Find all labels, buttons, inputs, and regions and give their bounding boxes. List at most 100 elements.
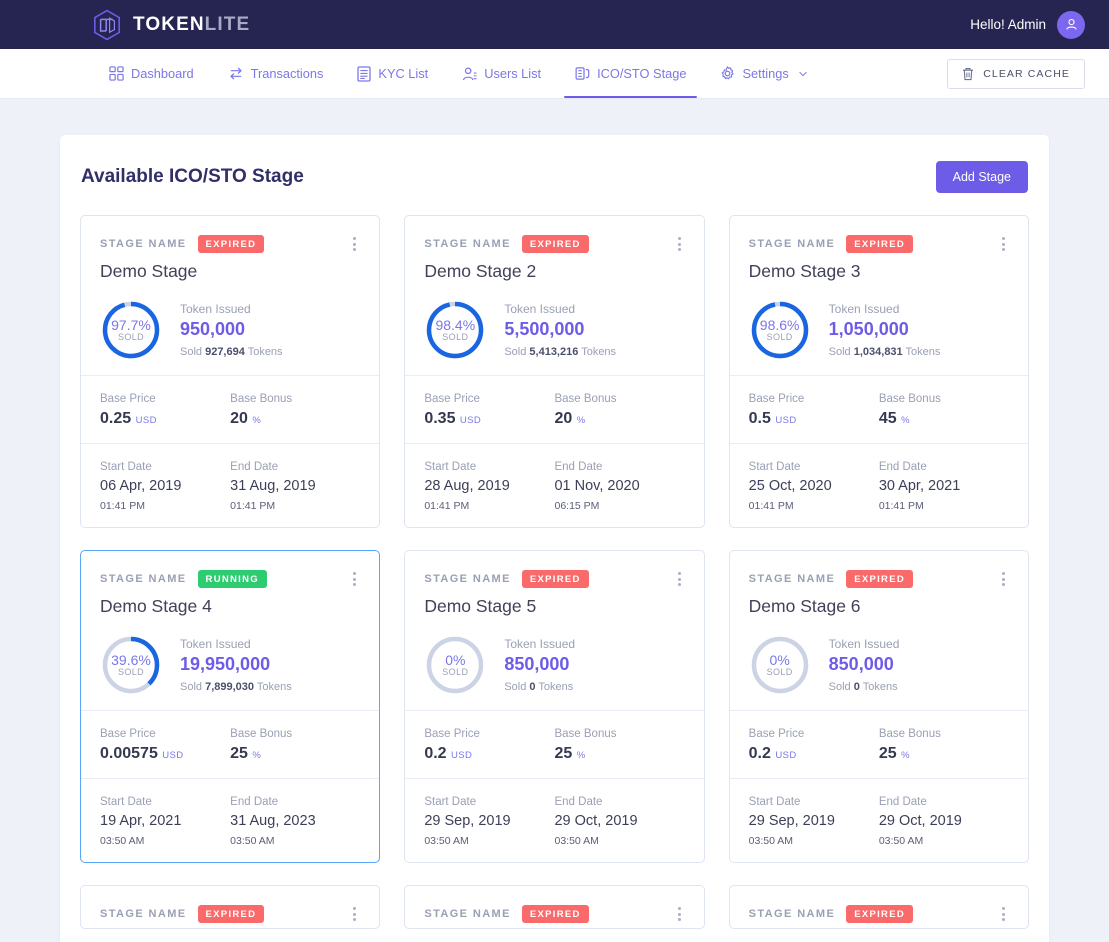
stage-card-partial[interactable]: STAGE NAME EXPIRED <box>80 885 381 929</box>
sold-ring-label: SOLD <box>766 667 793 678</box>
base-price-label: Base Price <box>424 728 480 740</box>
date-section: Start Date 28 Aug, 2019 01:41 PM End Dat… <box>405 443 704 527</box>
base-price-value: 0.2 USD <box>748 745 797 762</box>
nav-item-dashboard[interactable]: Dashboard <box>92 49 211 98</box>
base-price-value: 0.5 USD <box>748 410 797 427</box>
stage-name-left: STAGE NAME EXPIRED <box>424 905 589 923</box>
base-price-label: Base Price <box>424 393 480 405</box>
stage-card[interactable]: STAGE NAME EXPIRED Demo Stage 97.7% SOLD… <box>80 215 381 528</box>
stage-card-header: STAGE NAME EXPIRED <box>405 886 703 928</box>
start-date-label: Start Date <box>424 461 477 473</box>
start-date-field: Start Date 25 Oct, 2020 01:41 PM <box>749 461 879 512</box>
donut-center: 0% SOLD <box>749 634 811 696</box>
token-issued-label: Token Issued <box>828 302 900 316</box>
card-menu-button[interactable] <box>998 903 1009 925</box>
stage-card[interactable]: STAGE NAME EXPIRED Demo Stage 5 0% SOLD … <box>404 550 705 863</box>
nav-label-transactions: Transactions <box>250 66 324 81</box>
date-section: Start Date 29 Sep, 2019 03:50 AM End Dat… <box>729 778 1028 862</box>
stages-panel: Available ICO/STO Stage Add Stage STAGE … <box>60 135 1049 942</box>
card-menu-button[interactable] <box>998 233 1009 255</box>
stage-card[interactable]: STAGE NAME EXPIRED Demo Stage 3 98.6% SO… <box>728 215 1029 528</box>
token-issued-value: 850,000 <box>828 654 894 674</box>
tokens-sold-text: Sold 5,413,216 Tokens <box>504 346 617 358</box>
stage-card-grid: STAGE NAME EXPIRED Demo Stage 97.7% SOLD… <box>80 215 1029 863</box>
brand-name-primary: TOKEN <box>133 13 205 35</box>
card-menu-button[interactable] <box>674 903 685 925</box>
nav-label-settings: Settings <box>742 66 789 81</box>
start-time-value: 03:50 AM <box>748 835 794 847</box>
nav-right-actions: CLEAR CACHE <box>947 49 1085 98</box>
stage-card[interactable]: STAGE NAME EXPIRED Demo Stage 6 0% SOLD … <box>728 550 1029 863</box>
base-price-field: Base Price 0.5 USD <box>749 393 879 428</box>
stage-name-label: STAGE NAME <box>424 908 511 920</box>
end-date-value: 31 Aug, 2023 <box>230 813 316 829</box>
sold-donut: 98.6% SOLD <box>749 299 811 361</box>
nav-item-kyc-list[interactable]: KYC List <box>340 49 445 98</box>
stage-metrics: 97.7% SOLD Token Issued 950,000 Sold 927… <box>100 299 360 361</box>
card-menu-button[interactable] <box>998 568 1009 590</box>
nav-label-ico-sto-stage: ICO/STO Stage <box>597 66 687 81</box>
stage-card-partial[interactable]: STAGE NAME EXPIRED <box>404 885 705 929</box>
stage-name-label: STAGE NAME <box>100 238 187 250</box>
stage-name-row: STAGE NAME EXPIRED <box>424 568 684 590</box>
end-date-field: End Date 31 Aug, 2019 01:41 PM <box>230 461 360 512</box>
nav-item-settings[interactable]: Settings <box>703 49 824 98</box>
base-price-label: Base Price <box>100 393 156 405</box>
clear-cache-button[interactable]: CLEAR CACHE <box>947 58 1085 89</box>
card-menu-button[interactable] <box>349 903 360 925</box>
end-date-field: End Date 29 Oct, 2019 03:50 AM <box>554 796 684 847</box>
card-menu-button[interactable] <box>674 233 685 255</box>
sold-ring-label: SOLD <box>442 667 469 678</box>
card-menu-button[interactable] <box>349 233 360 255</box>
start-date-label: Start Date <box>100 461 152 473</box>
base-price-value: 0.00575 USD <box>100 745 184 762</box>
base-price-field: Base Price 0.2 USD <box>424 728 554 763</box>
sold-percent: 0% <box>445 651 466 668</box>
token-issued-value: 950,000 <box>180 319 246 339</box>
base-price-label: Base Price <box>748 728 805 740</box>
status-badge: EXPIRED <box>846 235 913 253</box>
status-badge: EXPIRED <box>197 235 265 253</box>
user-icon <box>463 66 477 80</box>
stage-metrics: 0% SOLD Token Issued 850,000 Sold 0 Toke… <box>749 634 1009 696</box>
stage-card[interactable]: STAGE NAME EXPIRED Demo Stage 2 98.4% SO… <box>404 215 705 528</box>
document-list-icon <box>357 65 372 82</box>
status-badge: EXPIRED <box>521 235 589 253</box>
stage-card[interactable]: STAGE NAME RUNNING Demo Stage 4 39.6% SO… <box>80 550 381 863</box>
stage-name-label: STAGE NAME <box>100 573 187 585</box>
end-date-field: End Date 01 Nov, 2020 06:15 PM <box>554 461 684 512</box>
nav-item-users-list[interactable]: Users List <box>445 49 558 98</box>
avatar[interactable] <box>1057 10 1085 39</box>
nav-label-kyc-list: KYC List <box>378 66 429 81</box>
panel-header: Available ICO/STO Stage Add Stage <box>80 161 1029 193</box>
base-bonus-value: 25 % <box>878 745 910 762</box>
token-issued-value: 1,050,000 <box>828 319 909 339</box>
stage-title: Demo Stage 5 <box>424 596 537 616</box>
stage-card-partial[interactable]: STAGE NAME EXPIRED <box>728 885 1029 929</box>
start-time-value: 03:50 AM <box>100 835 145 847</box>
end-date-field: End Date 30 Apr, 2021 01:41 PM <box>879 461 1009 512</box>
brand-name: TOKENLITE <box>133 14 250 36</box>
base-bonus-field: Base Bonus 45 % <box>879 393 1009 428</box>
end-date-field: End Date 29 Oct, 2019 03:50 AM <box>879 796 1009 847</box>
start-date-field: Start Date 28 Aug, 2019 01:41 PM <box>424 461 554 512</box>
stage-card-header: STAGE NAME EXPIRED Demo Stage 3 98.6% SO… <box>730 216 1028 375</box>
main-navigation: Dashboard Transactions KYC List Users Li… <box>0 49 1109 99</box>
base-bonus-label: Base Bonus <box>230 728 293 740</box>
stage-title: Demo Stage 6 <box>748 596 861 616</box>
nav-item-transactions[interactable]: Transactions <box>211 49 341 98</box>
base-bonus-field: Base Bonus 25 % <box>230 728 360 763</box>
card-menu-button[interactable] <box>349 568 360 590</box>
base-price-field: Base Price 0.35 USD <box>424 393 554 428</box>
base-bonus-unit: % <box>252 415 262 426</box>
brand-logo-area[interactable]: TOKENLITE <box>92 9 250 41</box>
add-stage-button[interactable]: Add Stage <box>935 161 1028 193</box>
nav-item-ico-sto-stage[interactable]: ICO/STO Stage <box>558 49 703 98</box>
user-menu[interactable]: Hello! Admin <box>970 10 1085 39</box>
end-date-label: End Date <box>878 796 927 808</box>
stage-metrics: 98.4% SOLD Token Issued 5,500,000 Sold 5… <box>424 299 684 361</box>
base-bonus-label: Base Bonus <box>878 728 941 740</box>
end-date-label: End Date <box>230 461 279 473</box>
card-menu-button[interactable] <box>674 568 685 590</box>
start-date-value: 29 Sep, 2019 <box>424 813 511 829</box>
